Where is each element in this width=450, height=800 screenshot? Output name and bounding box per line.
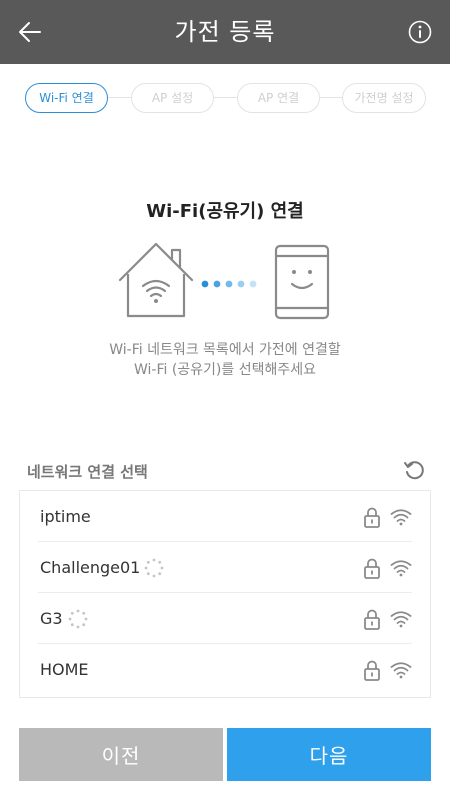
connection-dots — [201, 280, 257, 288]
network-row[interactable]: Challenge01 — [20, 542, 430, 593]
network-row[interactable]: iptime — [20, 491, 430, 542]
step-connector — [108, 97, 132, 98]
prev-button[interactable]: 이전 — [19, 728, 223, 781]
network-row[interactable]: HOME — [20, 644, 430, 695]
lock-icon — [364, 558, 380, 579]
refresh-icon[interactable] — [403, 459, 425, 481]
network-row[interactable]: G3 — [20, 593, 430, 644]
instruction-line-1: Wi-Fi 네트워크 목록에서 가전에 연결할 — [109, 342, 341, 358]
step-indicator: Wi-Fi 연결 AP 설정 AP 연결 가전명 설정 — [0, 83, 450, 113]
loading-spinner-icon — [68, 609, 88, 629]
step-ap-connect: AP 연결 — [237, 83, 320, 113]
network-list: iptime Challenge01 G3 HOME — [19, 490, 431, 698]
network-name: iptime — [40, 507, 91, 526]
step-wifi-connect: Wi-Fi 연결 — [25, 83, 108, 113]
section-title: Wi-Fi(공유기) 연결 — [146, 201, 304, 222]
next-button[interactable]: 다음 — [227, 728, 431, 781]
instruction-line-2: Wi-Fi (공유기)를 선택해주세요 — [133, 362, 317, 378]
network-name: HOME — [40, 660, 89, 679]
wifi-signal-icon — [390, 662, 412, 679]
network-select-label: 네트워크 연결 선택 — [27, 463, 148, 481]
network-name: Challenge01 — [40, 558, 141, 577]
loading-spinner-icon — [144, 558, 164, 578]
network-name: G3 — [40, 609, 63, 628]
step-ap-settings: AP 설정 — [131, 83, 214, 113]
wifi-signal-icon — [390, 509, 412, 526]
wifi-signal-icon — [390, 611, 412, 628]
step-appliance-name: 가전명 설정 — [342, 83, 426, 113]
lock-icon — [364, 609, 380, 630]
appliance-icon — [274, 244, 330, 320]
app-header: 가전 등록 — [0, 0, 450, 64]
wifi-signal-icon — [390, 560, 412, 577]
instruction-text: Wi-Fi 네트워크 목록에서 가전에 연결할 Wi-Fi (공유기)를 선택해… — [0, 340, 450, 380]
house-wifi-icon — [118, 242, 194, 318]
lock-icon — [364, 507, 380, 528]
wifi-connection-illustration — [118, 242, 330, 320]
step-connector — [320, 97, 342, 98]
step-connector — [214, 97, 238, 98]
page-title: 가전 등록 — [174, 18, 276, 46]
info-circle-icon[interactable] — [408, 20, 432, 44]
lock-icon — [364, 660, 380, 681]
